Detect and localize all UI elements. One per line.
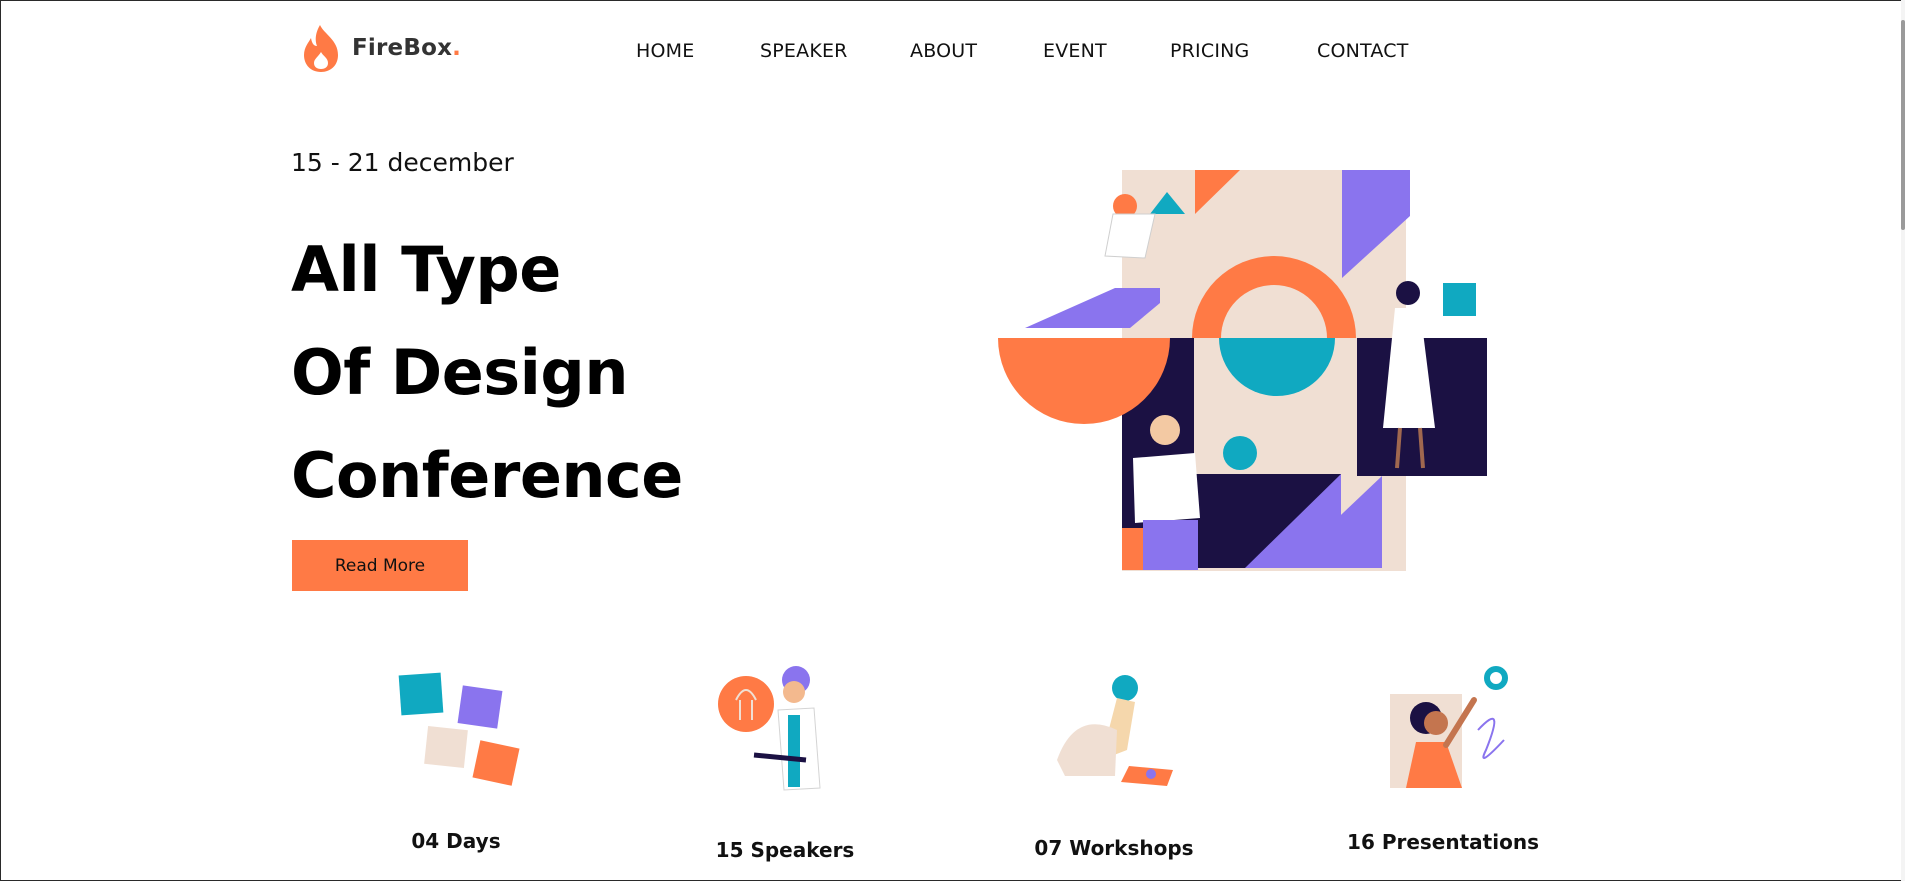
event-date: 15 - 21 december [291, 148, 514, 177]
main-nav: HOME SPEAKER ABOUT EVENT PRICING CONTACT [0, 40, 1905, 66]
nav-speaker[interactable]: SPEAKER [760, 40, 848, 62]
presentation-painter-icon [1390, 666, 1508, 788]
nav-contact[interactable]: CONTACT [1317, 40, 1409, 62]
nav-pricing[interactable]: PRICING [1170, 40, 1249, 62]
nav-home[interactable]: HOME [636, 40, 694, 62]
workshop-person-icon [1057, 675, 1173, 786]
hero-illustration [998, 170, 1487, 571]
window-frame [0, 0, 1905, 881]
read-more-button[interactable]: Read More [292, 540, 468, 591]
stat-workshops: 07 Workshops [1034, 836, 1194, 860]
speaker-lightbulb-icon [718, 666, 821, 791]
hero-title-line-2: Of Design [291, 336, 628, 409]
hero-title: All Type Of Design Conference [291, 218, 683, 527]
nav-about[interactable]: ABOUT [910, 40, 977, 62]
stat-speakers: 15 Speakers [715, 838, 855, 862]
puzzle-icon [398, 672, 520, 786]
hero-title-line-3: Conference [291, 439, 683, 512]
nav-event[interactable]: EVENT [1043, 40, 1107, 62]
stat-presentations: 16 Presentations [1347, 830, 1539, 854]
stat-days: 04 Days [411, 829, 501, 853]
scrollbar[interactable] [1901, 0, 1905, 881]
hero-title-line-1: All Type [291, 233, 561, 306]
